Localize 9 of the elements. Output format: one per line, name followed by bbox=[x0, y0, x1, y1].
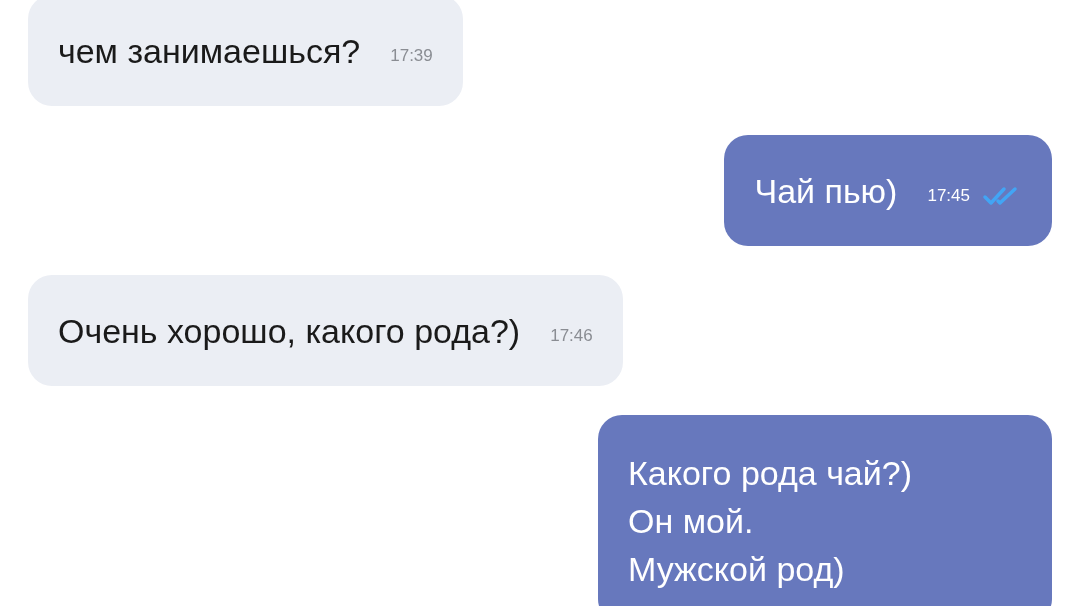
message-time: 17:45 bbox=[927, 185, 970, 206]
message-time: 17:39 bbox=[390, 45, 433, 66]
message-time: 17:46 bbox=[550, 325, 593, 346]
message-text: Чай пью) bbox=[754, 170, 898, 211]
message-text: Очень хорошо, какого рода?) bbox=[58, 310, 521, 351]
message-text: Он мой. bbox=[628, 501, 755, 542]
message-text: чем занимаешься? bbox=[58, 30, 361, 71]
message-text: Какого рода чай?) bbox=[628, 453, 912, 494]
message-text: Мужской род) bbox=[628, 549, 846, 590]
